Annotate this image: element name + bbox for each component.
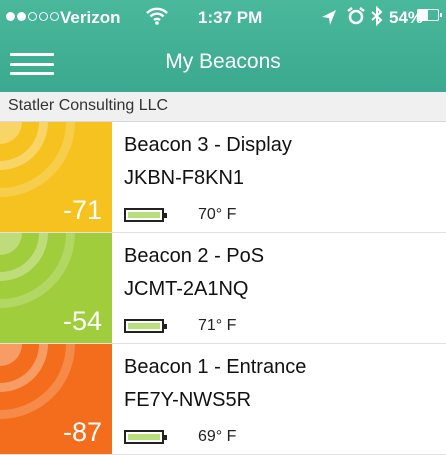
beacon-row[interactable]: -54 Beacon 2 - PoS JCMT-2A1NQ 71° F (0, 233, 446, 344)
signal-strength-icon (6, 12, 59, 21)
organization-name: Statler Consulting LLC (8, 97, 169, 114)
battery-level-icon (124, 208, 167, 222)
rssi-value: -54 (62, 306, 102, 336)
wifi-icon (146, 6, 168, 31)
beacon-id: JCMT-2A1NQ (124, 278, 249, 300)
temperature: 69° F (198, 428, 237, 445)
battery-icon (417, 9, 442, 21)
temperature: 70° F (198, 206, 237, 223)
beacon-id: FE7Y-NWS5R (124, 389, 252, 411)
app-header: Verizon 1:37 PM 54% My Beacons (0, 0, 446, 92)
beacon-list: -71 Beacon 3 - Display JKBN-F8KN1 70° F … (0, 122, 446, 455)
beacon-row[interactable]: -71 Beacon 3 - Display JKBN-F8KN1 70° F (0, 122, 446, 233)
signal-strength-tile: -54 (0, 233, 112, 343)
clock: 1:37 PM (198, 8, 263, 27)
rssi-value: -71 (62, 195, 102, 225)
status-bar: Verizon 1:37 PM 54% (0, 0, 446, 36)
beacon-name: Beacon 1 - Entrance (124, 356, 307, 378)
signal-strength-tile: -87 (0, 344, 112, 454)
beacon-name: Beacon 2 - PoS (124, 245, 265, 267)
section-header: Statler Consulting LLC (0, 92, 446, 122)
beacon-id: JKBN-F8KN1 (124, 167, 245, 189)
carrier-name: Verizon (60, 8, 121, 27)
beacon-row[interactable]: -87 Beacon 1 - Entrance FE7Y-NWS5R 69° F (0, 344, 446, 455)
page-title: My Beacons (165, 50, 281, 73)
beacon-name: Beacon 3 - Display (124, 134, 292, 156)
rssi-value: -87 (62, 417, 102, 447)
temperature: 71° F (198, 317, 237, 334)
location-icon (320, 7, 338, 32)
signal-strength-tile: -71 (0, 122, 112, 232)
battery-level-icon (124, 430, 167, 444)
alarm-icon (346, 6, 366, 31)
battery-level-icon (124, 319, 167, 333)
bluetooth-icon (370, 5, 384, 31)
